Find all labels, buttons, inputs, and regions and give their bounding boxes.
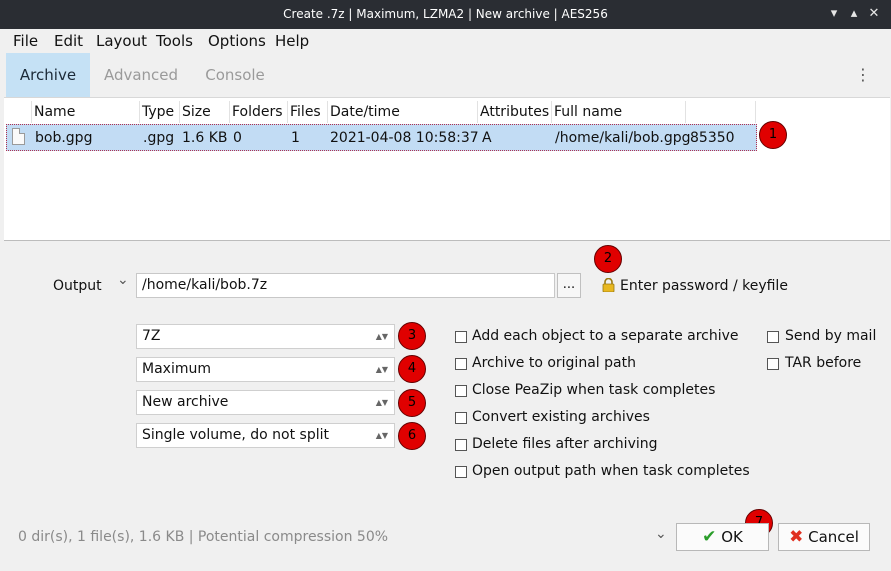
menu-edit[interactable]: Edit [54,32,83,50]
minimize-icon[interactable]: ▾ [826,6,842,22]
check-icon: ✔ [702,527,717,547]
annotation-badge-6: 6 [398,422,426,450]
menu-tools[interactable]: Tools [156,32,193,50]
convert-archives-label[interactable]: Convert existing archives [472,409,650,425]
send-mail-label[interactable]: Send by mail [785,328,876,344]
level-select[interactable]: Maximum ▲▼ [136,357,395,382]
column-header-attributes[interactable]: Attributes [478,101,552,123]
row-type: .gpg [143,130,175,146]
output-label: Output [53,278,102,294]
annotation-badge-5: 5 [398,389,426,417]
tar-before-label[interactable]: TAR before [785,355,861,371]
tab-advanced[interactable]: Advanced [100,53,182,97]
format-select[interactable]: 7Z ▲▼ [136,324,395,349]
tab-console[interactable]: Console [196,53,274,97]
menu-bar: File Edit Layout Tools Options Help [0,29,891,53]
level-value: Maximum [142,361,211,377]
more-options-icon[interactable]: ⋮ [855,65,871,84]
ok-label: OK [721,528,743,546]
column-header-name[interactable]: Name [32,101,140,123]
row-extra: 85350 [690,130,735,146]
window-title: Create .7z | Maximum, LZMA2 | New archiv… [283,7,608,21]
annotation-badge-2: 2 [594,245,622,273]
menu-file[interactable]: File [13,32,38,50]
file-icon [12,128,25,145]
x-icon: ✖ [789,527,804,547]
open-output-label[interactable]: Open output path when task completes [472,463,750,479]
column-header-extra[interactable] [686,101,756,123]
row-files: 1 [291,130,300,146]
lock-icon [602,278,615,292]
column-header-files[interactable]: Files [288,101,328,123]
separate-archive-checkbox[interactable] [455,331,467,343]
delete-files-checkbox[interactable] [455,439,467,451]
split-select[interactable]: Single volume, do not split ▲▼ [136,423,395,448]
chevron-updown-icon: ▲▼ [375,431,388,440]
tab-bar: Archive Advanced Console ⋮ [0,53,891,97]
menu-help[interactable]: Help [275,32,309,50]
output-dropdown-icon[interactable]: ⌄ [117,272,129,288]
password-link[interactable]: Enter password / keyfile [620,278,788,294]
open-output-checkbox[interactable] [455,466,467,478]
ok-button[interactable]: ✔ OK [676,523,769,551]
row-attributes: A [482,130,492,146]
mode-select[interactable]: New archive ▲▼ [136,390,395,415]
cancel-button[interactable]: ✖ Cancel [778,523,870,551]
original-path-checkbox[interactable] [455,358,467,370]
tab-archive[interactable]: Archive [6,53,90,97]
original-path-label[interactable]: Archive to original path [472,355,636,371]
column-header-fullname[interactable]: Full name [552,101,686,123]
column-header-type[interactable]: Type [140,101,180,123]
annotation-badge-3: 3 [398,322,426,350]
format-value: 7Z [142,328,161,344]
ok-dropdown-icon[interactable]: ⌄ [655,526,667,542]
tar-before-checkbox[interactable] [767,358,779,370]
status-text: 0 dir(s), 1 file(s), 1.6 KB | Potential … [18,529,389,545]
convert-archives-checkbox[interactable] [455,412,467,424]
row-folders: 0 [233,130,242,146]
column-header-icon[interactable] [4,101,32,123]
close-peazip-checkbox[interactable] [455,385,467,397]
file-list[interactable]: Name Type Size Folders Files Date/time A… [4,97,890,241]
row-name: bob.gpg [35,130,93,146]
separate-archive-label[interactable]: Add each object to a separate archive [472,328,739,344]
annotation-badge-1: 1 [759,121,787,149]
column-header-datetime[interactable]: Date/time [328,101,478,123]
annotation-badge-4: 4 [398,355,426,383]
title-bar: Create .7z | Maximum, LZMA2 | New archiv… [0,0,891,29]
browse-button[interactable]: ... [557,273,581,298]
column-header-size[interactable]: Size [180,101,230,123]
chevron-updown-icon: ▲▼ [375,332,388,341]
close-peazip-label[interactable]: Close PeaZip when task completes [472,382,715,398]
row-fullname: /home/kali/bob.gpg [555,130,691,146]
chevron-updown-icon: ▲▼ [375,365,388,374]
cancel-label: Cancel [808,528,859,546]
menu-options[interactable]: Options [208,32,266,50]
row-size: 1.6 KB [182,130,228,146]
table-row[interactable]: bob.gpg .gpg 1.6 KB 0 1 2021-04-08 10:58… [6,124,757,151]
maximize-icon[interactable]: ▴ [846,6,862,22]
row-datetime: 2021-04-08 10:58:37 [330,130,479,146]
mode-value: New archive [142,394,229,410]
send-mail-checkbox[interactable] [767,331,779,343]
menu-layout[interactable]: Layout [96,32,147,50]
split-value: Single volume, do not split [142,427,329,443]
close-icon[interactable]: ✕ [866,6,882,22]
column-header-folders[interactable]: Folders [230,101,288,123]
output-path-input[interactable]: /home/kali/bob.7z [136,273,555,298]
delete-files-label[interactable]: Delete files after archiving [472,436,658,452]
chevron-updown-icon: ▲▼ [375,398,388,407]
